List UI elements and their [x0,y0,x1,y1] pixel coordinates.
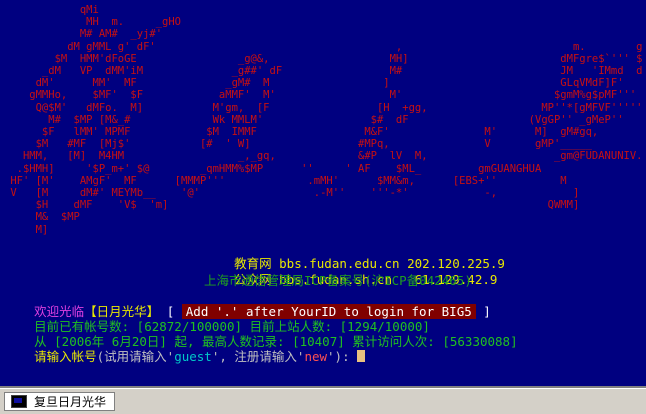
ascii-art-line: qMi [4,4,99,16]
icp-notice: 上海市通信管理局ICP备案号(沪ICP备042465) [204,273,472,288]
ascii-art-line: dM' MM' MF _gM# M ] GLqVMdF]F' [4,77,624,90]
ascii-art-line: MH m. _gHO [4,16,182,29]
session-tab[interactable]: 复旦日月光华 [4,392,116,411]
prompt-hint-open: (试用请输入' [96,349,175,364]
ascii-art-line: M# AM# _yj#' [4,28,163,41]
taskbar: 复旦日月光华 [0,388,646,414]
ascii-art-line: $F lMM' MPMF $M IMMF M&F' M' M] gM#gq, [4,126,599,138]
ascii-art-line: HF' [M' AMgF' MF [MMMP''' .mMH' $MM&m, [… [4,174,567,187]
terminal-icon [11,395,27,408]
prompt-guest: guest [174,349,212,364]
session-tab-label: 复旦日月光华 [34,395,107,409]
ascii-art-line: V [M dM#' MEYMb__ '@' .-M'' '''-*' -, ] [4,187,580,199]
ascii-art-line: $M #MF [Mj$' [# ' W] #MPq, V gMP'_____ [4,138,592,151]
ascii-art-line: .$HMH] '$P_m+' $@ _qmHMM%$MP '' ' AF $ML… [4,162,542,175]
prompt-new: new [304,349,328,364]
ascii-art-line: _dM VP dMM'iM _g##' dF M# JM 'IMmd dM [4,65,646,77]
prompt-hint-mid: ', 注册请输入' [211,349,305,364]
prompt-hint-close: '): [327,349,350,364]
visitors-value: [56330088] [442,334,518,349]
text-cursor[interactable] [357,350,366,362]
notice-bracket-close: ] [483,304,491,319]
login-prompt[interactable]: 请输入帐号(试用请输入'guest', 注册请输入'new'): [4,334,366,379]
scrollbar[interactable] [642,0,646,386]
ascii-art-line: $M HMM'dFoGE _g@&, MH] dMFgre$`''' $M [4,52,646,65]
ascii-art-line: $H dMF 'V$ 'm] QWMM] [4,199,580,212]
ascii-art-line: M& $MP [4,211,80,224]
terminal-screen[interactable]: qMi MH m. _gHO M# AM# _yj#' dM gMML g' d… [0,0,646,388]
ascii-art-line: HMM, [M] M4HM _,_gq, &#P lV M, _gm@FUDAN… [4,150,643,163]
ascii-art-line: M] [4,223,49,236]
ascii-art-line: M# $MP [M&_# Wk MMLM' $# dF (VgGP'' _gMe… [4,113,624,126]
ascii-art-line: dM gMML g' dF' , m. g , [4,40,646,53]
ascii-art-line: Q@$M' dMFo. M] M'gm, [F [H +gg, MP''*[gM… [4,101,646,114]
prompt-label: 请输入帐号 [34,349,97,364]
ascii-art-line: gMMHo, $MF' $F aMMF' M' M' $gmM%g$pMF''' [4,89,637,102]
